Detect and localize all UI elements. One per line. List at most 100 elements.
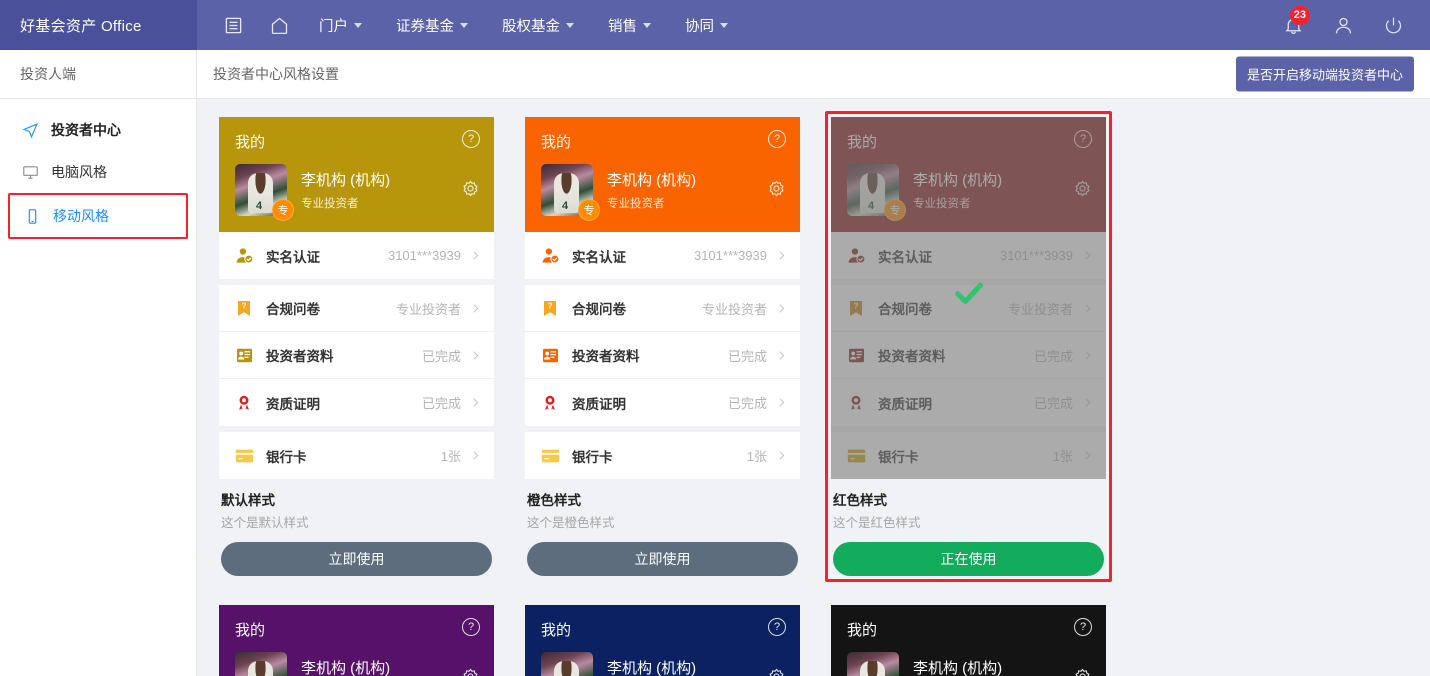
navigate-icon xyxy=(22,122,39,139)
card-mine-label: 我的 xyxy=(847,134,878,151)
nav-item-collaboration[interactable]: 协同 xyxy=(669,0,744,50)
nav-item-securities-fund[interactable]: 证券基金 xyxy=(380,0,484,50)
avatar: 专 xyxy=(541,652,593,676)
help-circle-icon[interactable]: ? xyxy=(462,130,480,148)
use-now-button[interactable]: 立即使用 xyxy=(527,542,798,576)
chevron-right-icon xyxy=(469,302,482,315)
card-row-profile-card[interactable]: 投资者资料 已完成 xyxy=(525,332,800,379)
home-icon[interactable] xyxy=(257,0,301,50)
card-row-questionnaire[interactable]: ? 合规问卷 专业投资者 xyxy=(525,285,800,332)
sub-header: 投资人端 投资者中心风格设置 是否开启移动端投资者中心 xyxy=(0,50,1430,99)
card-row-value: 1张 xyxy=(440,449,461,464)
nav-item-equity-fund[interactable]: 股权基金 xyxy=(486,0,590,50)
style-tile[interactable]: 我的 ? 专 李机构 (机构) 专业投资者 xyxy=(825,111,1112,582)
card-header: 我的 ? 专 李机构 (机构) 专业投资者 xyxy=(831,117,1106,232)
menu-collapse-icon[interactable] xyxy=(211,0,255,50)
questionnaire-icon: ? xyxy=(233,299,255,318)
gear-icon[interactable] xyxy=(1073,179,1092,198)
gear-icon[interactable] xyxy=(461,667,480,676)
help-circle-icon[interactable]: ? xyxy=(1074,130,1092,148)
help-circle-icon[interactable]: ? xyxy=(768,618,786,636)
phone-preview: 我的 ? 专 李机构 (机构) 专业投资者 xyxy=(831,117,1106,479)
card-row-profile-card[interactable]: 投资者资料 已完成 xyxy=(831,332,1106,379)
chevron-down-icon xyxy=(354,22,362,28)
card-row-verified-user[interactable]: 实名认证 3101***3939 xyxy=(831,232,1106,279)
pro-investor-badge: 专 xyxy=(272,199,294,221)
user-account-button[interactable] xyxy=(1320,0,1366,50)
gear-icon[interactable] xyxy=(461,179,480,198)
user-name: 李机构 (机构) xyxy=(913,172,1003,189)
user-profile: 专 李机构 (机构) 专业投资者 xyxy=(847,652,1090,676)
verified-user-icon xyxy=(845,246,867,265)
style-title: 红色样式 xyxy=(833,493,887,508)
card-row-value: 已完成 xyxy=(1033,396,1073,411)
help-circle-icon[interactable]: ? xyxy=(1074,618,1092,636)
sidebar-item-label: 移动风格 xyxy=(53,208,109,224)
card-row-label: 实名认证 xyxy=(266,249,320,265)
card-row-questionnaire[interactable]: ? 合规问卷 专业投资者 xyxy=(219,285,494,332)
style-preview-wrap: 我的 ? 专 李机构 (机构) 专业投资者 xyxy=(525,605,800,676)
medal-icon xyxy=(845,393,867,412)
style-tile-footer: 红色样式 这个是红色样式 正在使用 xyxy=(831,479,1106,576)
in-use-button[interactable]: 正在使用 xyxy=(833,542,1104,576)
sidebar-item-investor-center[interactable]: 投资者中心 xyxy=(0,109,196,151)
style-tile[interactable]: 我的 ? 专 李机构 (机构) 专业投资者 xyxy=(213,599,500,676)
phone-preview: 我的 ? 专 李机构 (机构) 专业投资者 xyxy=(219,117,494,479)
card-row-verified-user[interactable]: 实名认证 3101***3939 xyxy=(219,232,494,279)
card-row-value: 专业投资者 xyxy=(1007,301,1073,317)
chevron-right-icon xyxy=(775,302,788,315)
verified-user-icon xyxy=(233,246,255,265)
card-row-bank-card[interactable]: 银行卡 1张 xyxy=(525,432,800,479)
nav-item-sales[interactable]: 销售 xyxy=(592,0,667,50)
card-row-profile-card[interactable]: 投资者资料 已完成 xyxy=(219,332,494,379)
svg-text:?: ? xyxy=(547,301,552,310)
card-row-questionnaire[interactable]: ? 合规问卷 专业投资者 xyxy=(831,285,1106,332)
user-name: 李机构 (机构) xyxy=(301,660,391,676)
card-row-value: 已完成 xyxy=(1033,348,1073,364)
style-tile[interactable]: 我的 ? 专 李机构 (机构) 专业投资者 xyxy=(519,111,806,582)
chevron-right-icon xyxy=(1081,302,1094,315)
chevron-right-icon xyxy=(469,249,482,262)
card-header: 我的 ? 专 李机构 (机构) 专业投资者 xyxy=(219,117,494,232)
style-tile[interactable]: 我的 ? 专 李机构 (机构) 专业投资者 xyxy=(213,111,500,582)
phone-preview: 我的 ? 专 李机构 (机构) 专业投资者 xyxy=(219,605,494,676)
nav-item-portal[interactable]: 门户 xyxy=(303,0,378,50)
card-row-medal[interactable]: 资质证明 已完成 xyxy=(219,379,494,426)
gear-icon[interactable] xyxy=(767,667,786,676)
chevron-down-icon xyxy=(643,22,651,28)
style-gallery: 我的 ? 专 李机构 (机构) 专业投资者 xyxy=(197,99,1430,676)
bank-card-icon xyxy=(233,448,255,464)
pro-investor-badge: 专 xyxy=(578,199,600,221)
user-type: 专业投资者 xyxy=(913,198,971,210)
style-tile[interactable]: 我的 ? 专 李机构 (机构) 专业投资者 xyxy=(825,599,1112,676)
sidebar-item-mobile-style[interactable]: 移动风格 xyxy=(10,195,186,237)
card-row-medal[interactable]: 资质证明 已完成 xyxy=(831,379,1106,426)
card-row-value: 专业投资者 xyxy=(395,301,461,317)
card-header: 我的 ? 专 李机构 (机构) 专业投资者 xyxy=(525,117,800,232)
questionnaire-icon: ? xyxy=(539,299,561,318)
toggle-mobile-investor-center-button[interactable]: 是否开启移动端投资者中心 xyxy=(1235,56,1414,92)
card-row-medal[interactable]: 资质证明 已完成 xyxy=(525,379,800,426)
medal-icon xyxy=(233,393,255,412)
sidebar-item-desktop-style[interactable]: 电脑风格 xyxy=(0,151,196,193)
card-row-bank-card[interactable]: 银行卡 1张 xyxy=(831,432,1106,479)
gear-icon[interactable] xyxy=(767,179,786,198)
card-row-group: ? 合规问卷 专业投资者 投资者资料 已完成 资质证明 已完成 xyxy=(831,285,1106,426)
user-profile: 专 李机构 (机构) 专业投资者 xyxy=(235,652,478,676)
card-row-label: 投资者资料 xyxy=(878,349,946,364)
power-logout-button[interactable] xyxy=(1370,0,1416,50)
card-row-label: 银行卡 xyxy=(266,449,307,465)
gear-icon[interactable] xyxy=(1073,667,1092,676)
card-row-verified-user[interactable]: 实名认证 3101***3939 xyxy=(525,232,800,279)
top-bar-actions: 23 xyxy=(1270,0,1430,50)
chevron-down-icon xyxy=(566,22,574,28)
user-type: 专业投资者 xyxy=(301,198,359,210)
card-row-bank-card[interactable]: 银行卡 1张 xyxy=(219,432,494,479)
chevron-right-icon xyxy=(775,249,788,262)
help-circle-icon[interactable]: ? xyxy=(768,130,786,148)
nav-label: 股权基金 xyxy=(502,18,560,35)
notifications-button[interactable]: 23 xyxy=(1270,0,1316,50)
use-now-button[interactable]: 立即使用 xyxy=(221,542,492,576)
help-circle-icon[interactable]: ? xyxy=(462,618,480,636)
style-tile[interactable]: 我的 ? 专 李机构 (机构) 专业投资者 xyxy=(519,599,806,676)
